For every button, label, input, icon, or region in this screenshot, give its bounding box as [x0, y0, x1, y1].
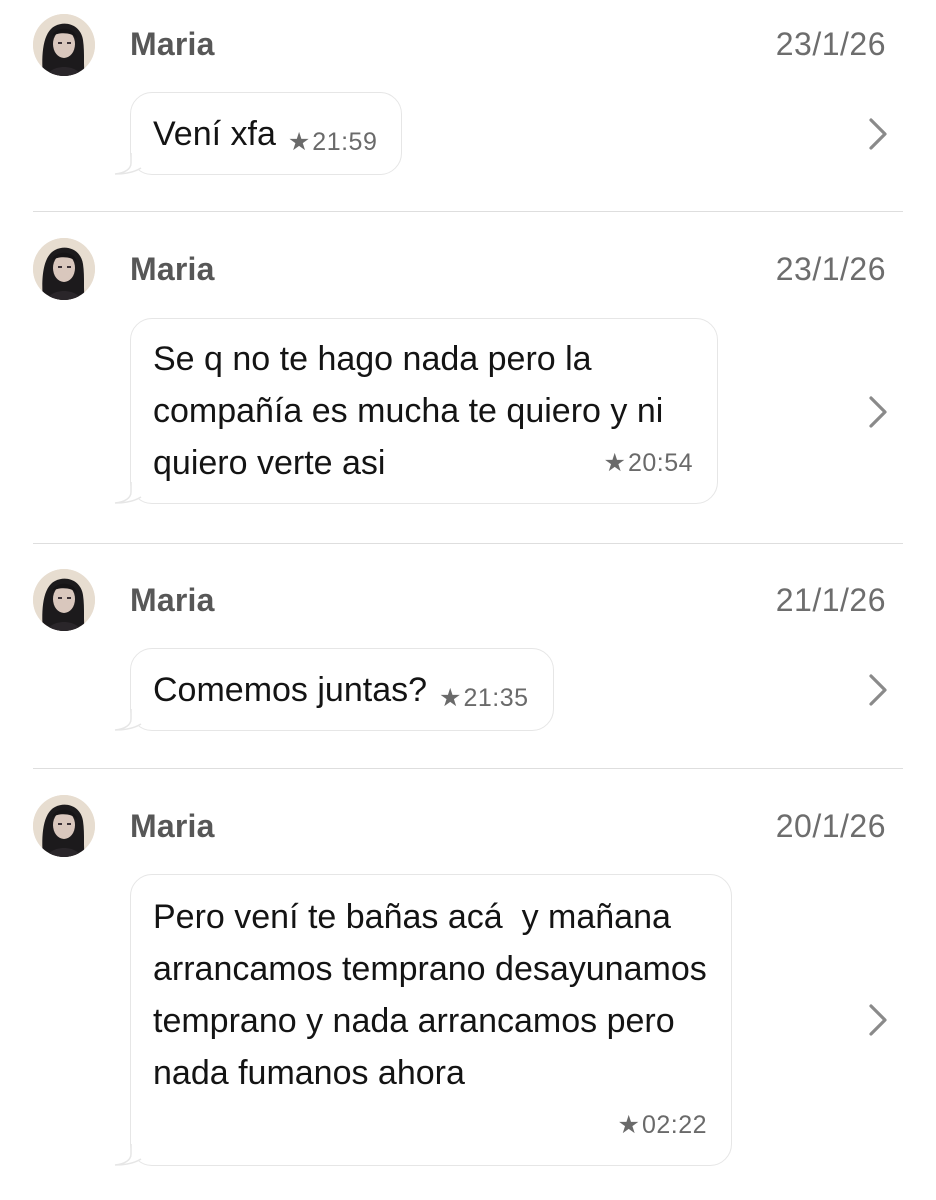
chevron-right-icon[interactable]	[866, 672, 890, 708]
star-icon: ★	[617, 1111, 640, 1139]
contact-avatar[interactable]	[33, 238, 95, 300]
contact-avatar[interactable]	[33, 795, 95, 857]
sender-name: Maria	[130, 26, 215, 62]
message-date: 20/1/26	[775, 808, 886, 844]
contact-avatar[interactable]	[33, 569, 95, 631]
sender-name: Maria	[130, 808, 215, 844]
message-bubble-container: Se q no te hago nada pero la compañía es…	[114, 318, 718, 504]
message-bubble-container: Comemos juntas? ★21:35	[114, 648, 554, 731]
message-meta: ★21:59	[288, 113, 377, 168]
chevron-right-icon[interactable]	[866, 116, 890, 152]
star-icon: ★	[439, 684, 462, 712]
message-meta: ★21:35	[439, 669, 528, 724]
message-date: 23/1/26	[775, 26, 886, 62]
message-time: 20:54	[627, 449, 693, 477]
bubble-tail	[114, 149, 143, 175]
bubble-tail	[114, 478, 143, 504]
star-icon: ★	[603, 449, 626, 477]
message-bubble[interactable]: Comemos juntas? ★21:35	[114, 648, 554, 731]
starred-message-row[interactable]: Maria 23/1/26 Se q no te hago nada pero …	[0, 212, 936, 544]
message-meta: ★20:54	[604, 434, 693, 489]
message-time: 21:35	[463, 684, 529, 712]
chevron-right-icon[interactable]	[866, 1002, 890, 1038]
message-bubble[interactable]: Pero vení te bañas acá y mañana arrancam…	[114, 874, 732, 1166]
chevron-right-icon[interactable]	[866, 394, 890, 430]
bubble-tail	[114, 705, 143, 731]
starred-message-row[interactable]: Maria 23/1/26 Vení xfa ★21:59	[0, 0, 936, 212]
bubble-tail	[114, 1140, 143, 1166]
avatar-image	[33, 569, 95, 631]
sender-name: Maria	[130, 251, 215, 287]
message-bubble-container: Vení xfa ★21:59	[114, 92, 403, 175]
message-date: 21/1/26	[775, 582, 886, 618]
message-date: 23/1/26	[775, 251, 886, 287]
message-text: Comemos juntas?	[153, 671, 428, 709]
contact-avatar[interactable]	[33, 14, 95, 76]
sender-name: Maria	[130, 582, 215, 618]
message-text: Pero vení te bañas acá y mañana arrancam…	[153, 898, 717, 1092]
avatar-image	[33, 795, 95, 857]
message-bubble[interactable]: Se q no te hago nada pero la compañía es…	[114, 318, 718, 504]
star-icon: ★	[287, 128, 311, 156]
row-divider	[33, 768, 903, 769]
message-bubble-container: Pero vení te bañas acá y mañana arrancam…	[114, 874, 732, 1166]
message-text: Vení xfa	[153, 115, 276, 153]
avatar-image	[33, 238, 95, 300]
message-time: 02:22	[641, 1111, 707, 1139]
starred-message-row[interactable]: Maria 20/1/26 Pero vení te bañas acá y m…	[0, 770, 936, 1200]
message-meta: ★02:22	[618, 1096, 707, 1151]
avatar-image	[33, 14, 95, 76]
message-time: 21:59	[312, 128, 378, 156]
starred-message-row[interactable]: Maria 21/1/26 Comemos juntas? ★21:35	[0, 544, 936, 770]
message-bubble[interactable]: Vení xfa ★21:59	[114, 92, 403, 175]
